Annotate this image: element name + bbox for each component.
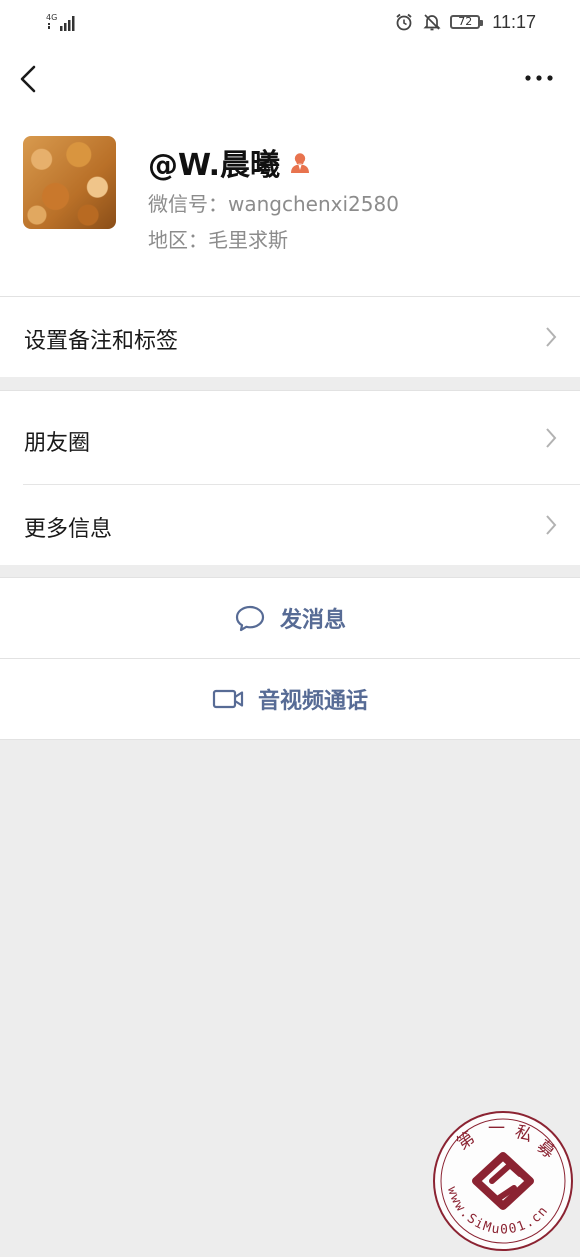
svg-text:一: 一 (488, 1119, 505, 1139)
send-message-button[interactable]: 发消息 (0, 578, 580, 658)
female-gender-icon (291, 153, 310, 173)
battery-level: 72 (458, 15, 473, 28)
back-arrow-icon[interactable] (14, 62, 46, 96)
video-camera-icon (212, 689, 244, 709)
signal-4g-icon: 4G (46, 13, 75, 31)
more-options-icon[interactable] (524, 70, 554, 86)
set-remarks-tags-label: 设置备注和标签 (24, 329, 179, 354)
name-row: @W.晨曦 (148, 140, 312, 184)
display-name: @W.晨曦 (148, 148, 281, 183)
battery-icon: 72 (450, 15, 484, 29)
avatar[interactable] (23, 136, 116, 229)
wechat-id: 微信号：wangchenxi2580 (148, 192, 399, 216)
audio-video-call-label: 音视频通话 (257, 689, 368, 714)
status-bar: 4G 72 11:17 (0, 0, 580, 44)
audio-video-call-button[interactable]: 音视频通话 (0, 659, 580, 739)
more-info-cell[interactable]: 更多信息 (0, 485, 580, 565)
moments-cell[interactable]: 朋友圈 (0, 391, 580, 484)
set-remarks-tags-cell[interactable]: 设置备注和标签 (0, 297, 580, 377)
chevron-right-icon (546, 428, 557, 448)
network-type-label: 4G (46, 13, 57, 22)
mute-bell-icon (423, 14, 441, 31)
send-message-label: 发消息 (279, 608, 346, 633)
status-indicators: 72 11:17 (394, 10, 536, 34)
profile-header: @W.晨曦 微信号：wangchenxi2580 地区：毛里求斯 (0, 114, 580, 296)
nav-bar (0, 44, 580, 114)
moments-label: 朋友圈 (24, 431, 91, 456)
clock: 11:17 (492, 11, 536, 32)
chevron-right-icon (546, 515, 557, 535)
chevron-right-icon (546, 327, 557, 347)
info-group: 朋友圈 更多信息 (0, 391, 580, 565)
alarm-clock-icon (396, 13, 412, 31)
more-info-label: 更多信息 (24, 517, 113, 542)
region: 地区：毛里求斯 (148, 228, 288, 252)
watermark-seal-logo: 第 一 私 募 www.SiMu001.cn (433, 1111, 573, 1251)
chat-bubble-icon (235, 605, 265, 632)
divider (0, 739, 580, 740)
